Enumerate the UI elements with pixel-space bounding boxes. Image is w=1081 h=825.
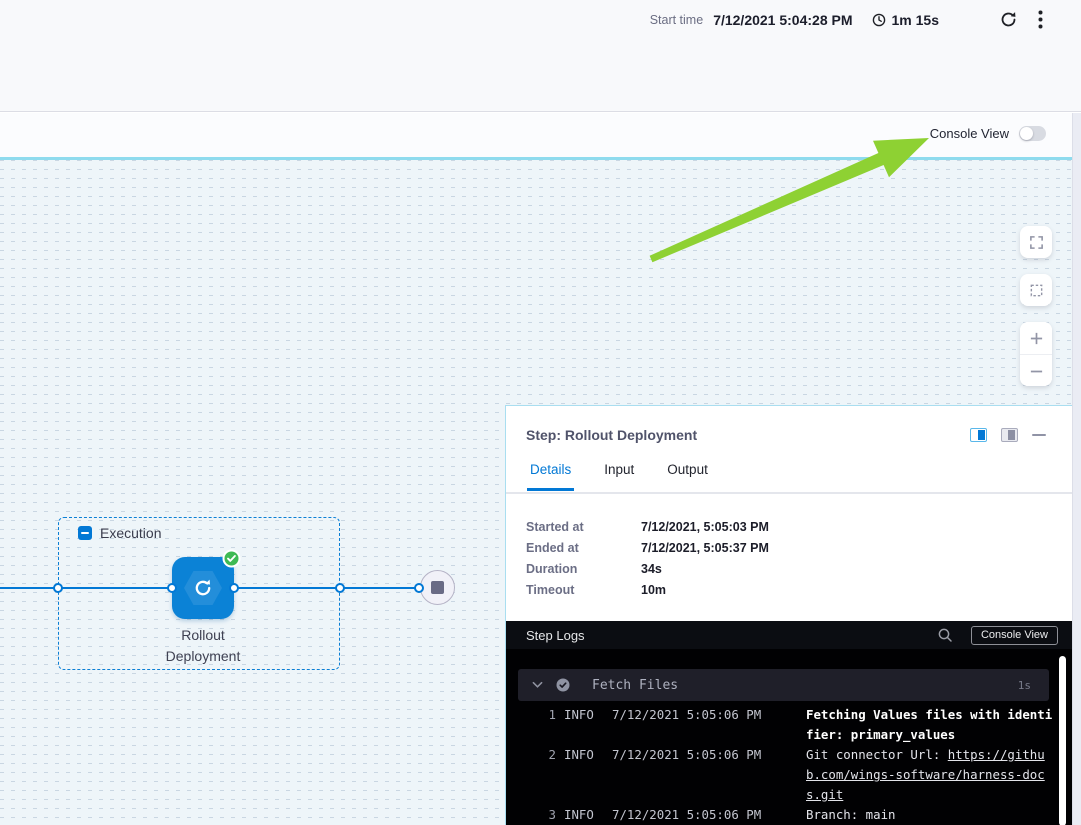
log-section-duration: 1s [1018, 679, 1031, 692]
log-line: 1 INFO 7/12/2021 5:05:06 PM Fetching Val… [544, 705, 1056, 745]
fit-to-screen-button[interactable] [1020, 274, 1052, 306]
check-circle-icon [556, 678, 570, 692]
log-scrollbar-thumb[interactable] [1059, 656, 1066, 825]
execution-group-label: Execution [100, 525, 161, 541]
refresh-button[interactable] [999, 10, 1018, 29]
detail-label: Started at [526, 520, 641, 534]
log-line: 3 INFO 7/12/2021 5:05:06 PM Branch: main [544, 805, 1056, 825]
detail-row: Ended at 7/12/2021, 5:05:37 PM [526, 541, 769, 555]
log-line-number: 3 [544, 805, 556, 825]
detail-row: Duration 34s [526, 562, 769, 576]
zoom-controls [1020, 322, 1052, 386]
tab-output[interactable]: Output [667, 462, 708, 489]
log-timestamp: 7/12/2021 5:05:06 PM [612, 705, 798, 745]
page-scrollbar-track[interactable] [1072, 113, 1081, 825]
fullscreen-icon [1029, 235, 1044, 250]
detail-row: Started at 7/12/2021, 5:05:03 PM [526, 520, 769, 534]
log-section-fetch-files[interactable]: Fetch Files 1s [518, 669, 1049, 701]
log-search-button[interactable] [937, 627, 953, 643]
log-timestamp: 7/12/2021 5:05:06 PM [612, 745, 798, 805]
pipeline-execution-page: Start time 7/12/2021 5:04:28 PM 1m 15s [0, 0, 1081, 825]
zoom-out-button[interactable] [1020, 355, 1052, 386]
log-level: INFO [564, 805, 604, 825]
log-level: INFO [564, 745, 604, 805]
detail-value: 10m [641, 583, 769, 597]
start-time-value: 7/12/2021 5:04:28 PM [713, 12, 852, 28]
step-logs-header: Step Logs Console View [506, 621, 1073, 649]
split-right-icon[interactable] [1001, 428, 1018, 442]
log-message: Fetching Values files with identifier: p… [806, 705, 1056, 745]
log-line-number: 2 [544, 745, 556, 805]
log-message: Branch: main [806, 805, 1056, 825]
end-node[interactable] [420, 570, 455, 605]
connector-dot [335, 583, 345, 593]
kebab-menu-icon [1038, 10, 1043, 29]
detail-label: Timeout [526, 583, 641, 597]
detail-label: Duration [526, 562, 641, 576]
connector-dot [167, 583, 177, 593]
elapsed-duration: 1m 15s [871, 12, 939, 28]
log-lines: 1 INFO 7/12/2021 5:05:06 PM Fetching Val… [544, 705, 1056, 825]
zoom-out-icon [1029, 364, 1044, 379]
execution-meta: Start time 7/12/2021 5:04:28 PM 1m 15s [650, 10, 1043, 29]
log-section-title: Fetch Files [592, 678, 678, 693]
toggle-knob [1020, 127, 1033, 140]
minimize-icon[interactable] [1032, 434, 1046, 437]
node-label: Rollout Deployment [148, 625, 258, 667]
zoom-in-icon [1029, 331, 1044, 346]
collapse-group-icon[interactable] [78, 526, 92, 540]
log-timestamp: 7/12/2021 5:05:06 PM [612, 805, 798, 825]
panel-title: Step: Rollout Deployment [526, 427, 697, 443]
connector-dot [414, 583, 424, 593]
success-check-icon [222, 549, 241, 568]
split-left-icon[interactable] [970, 428, 987, 442]
fit-view-icon [1029, 283, 1044, 298]
connector-dot [229, 583, 239, 593]
execution-header: Start time 7/12/2021 5:04:28 PM 1m 15s [0, 0, 1081, 112]
refresh-icon [999, 10, 1018, 29]
detail-value: 7/12/2021, 5:05:37 PM [641, 541, 769, 555]
detail-value: 34s [641, 562, 769, 576]
stop-node-icon [431, 581, 444, 594]
graph-toolbar: Console View [0, 113, 1081, 157]
detail-row: Timeout 10m [526, 583, 769, 597]
zoom-in-button[interactable] [1020, 322, 1052, 354]
detail-value: 7/12/2021, 5:05:03 PM [641, 520, 769, 534]
log-line: 2 INFO 7/12/2021 5:05:06 PM Git connecto… [544, 745, 1056, 805]
log-viewer: Fetch Files 1s 1 INFO 7/12/2021 5:05:06 … [506, 649, 1073, 825]
step-details-panel: Step: Rollout Deployment Details Input O… [505, 405, 1072, 825]
more-options-button[interactable] [1038, 10, 1043, 29]
log-line-number: 1 [544, 705, 556, 745]
connector-dot [53, 583, 63, 593]
console-view-label: Console View [930, 126, 1009, 141]
start-time-label: Start time [650, 13, 704, 27]
log-message-prefix: Git connector Url: [806, 747, 948, 762]
logs-console-view-button[interactable]: Console View [971, 626, 1058, 645]
console-view-toggle[interactable] [1019, 126, 1046, 141]
log-message: Git connector Url: https://github.com/wi… [806, 745, 1056, 805]
clock-icon [871, 12, 887, 28]
log-level: INFO [564, 705, 604, 745]
fullscreen-button[interactable] [1020, 226, 1052, 258]
step-logs-title: Step Logs [526, 628, 585, 643]
search-icon [937, 627, 953, 643]
chevron-down-icon [532, 681, 543, 689]
panel-tabs: Details Input Output [506, 462, 1072, 494]
step-details: Started at 7/12/2021, 5:05:03 PM Ended a… [526, 520, 769, 604]
hexagon-backdrop [184, 571, 222, 605]
detail-label: Ended at [526, 541, 641, 555]
tab-input[interactable]: Input [604, 462, 634, 489]
tab-details[interactable]: Details [530, 462, 571, 489]
